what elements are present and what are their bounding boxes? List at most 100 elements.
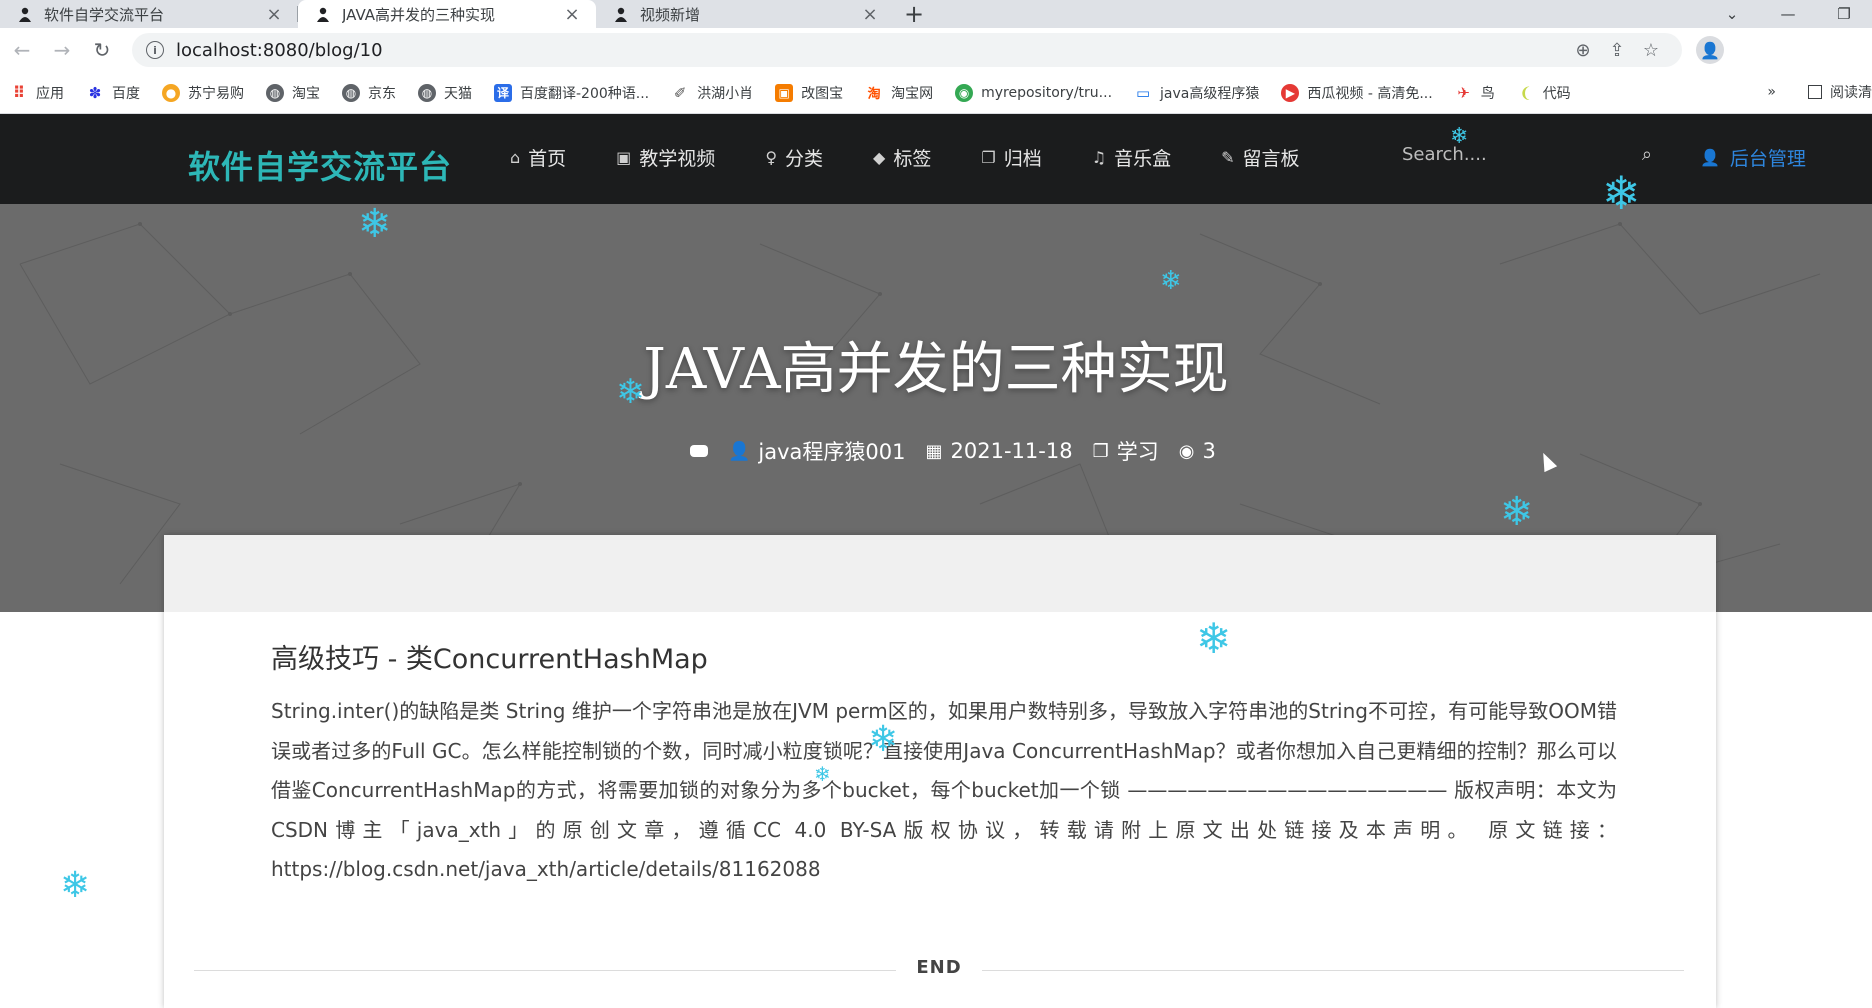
bookmark-label: myrepository/tru... (981, 84, 1113, 101)
bookmark-label: 改图宝 (801, 85, 844, 102)
card-header-strip (164, 535, 1716, 612)
snowflake-icon: ❄ (358, 201, 392, 247)
bookmark-bird[interactable]: ✈ 鸟 (1455, 83, 1495, 103)
bookmark-label: 应用 (36, 85, 64, 102)
new-tab-button[interactable]: + (894, 0, 934, 28)
profile-avatar-icon[interactable]: 👤 (1696, 36, 1724, 64)
close-icon[interactable]: × (562, 4, 582, 25)
nav-item-guestbook[interactable]: ✎ 留言板 (1221, 144, 1299, 171)
calendar-icon: ▦ (925, 440, 943, 462)
suning-icon: ● (162, 83, 180, 102)
bookmark-jd[interactable]: ◍ 京东 (342, 83, 396, 103)
nav-item-categories[interactable]: ♀ 分类 (765, 144, 823, 171)
search-input[interactable]: Search.... ⌕ (1402, 144, 1652, 165)
url-input[interactable]: i localhost:8080/blog/10 ⊕ ⇪ ☆ (132, 33, 1682, 67)
maximize-icon[interactable]: ❐ (1816, 0, 1872, 28)
bookmark-label: 百度 (112, 85, 140, 102)
search-placeholder: Search.... (1402, 144, 1487, 165)
bookmark-java-senior[interactable]: ▭ java高级程序猿 (1134, 83, 1259, 103)
site-brand[interactable]: 软件自学交流平台 (188, 142, 452, 188)
back-button[interactable]: ← (4, 32, 40, 68)
tags-icon: ◆ (873, 148, 886, 167)
url-text: localhost:8080/blog/10 (176, 39, 383, 61)
author-name: java程序猿001 (758, 440, 906, 464)
bookmark-honghu[interactable]: ✐ 洪湖小肖 (671, 83, 753, 103)
reload-button[interactable]: ↻ (84, 32, 120, 68)
bookmark-label: 代码 (1542, 85, 1571, 102)
bookmark-tmall[interactable]: ◍ 天猫 (418, 83, 472, 103)
bookmark-apps[interactable]: ⠿ 应用 (10, 83, 64, 103)
bookmark-taobaowang[interactable]: 淘 淘宝网 (865, 83, 934, 103)
article-title: JAVA高并发的三种实现 (643, 337, 1229, 402)
gaitubao-icon: ▣ (775, 83, 794, 102)
publish-date: 2021-11-18 (950, 439, 1073, 463)
close-icon[interactable]: × (860, 4, 880, 25)
nav-item-archive[interactable]: ❐ 归档 (981, 144, 1041, 171)
nav-item-label: 留言板 (1242, 148, 1300, 170)
bookmark-label: 西瓜视频 - 高清免... (1307, 85, 1433, 102)
nav-item-label: 首页 (528, 148, 567, 170)
bookmark-xigua[interactable]: ▶ 西瓜视频 - 高清免... (1281, 83, 1433, 103)
share-icon[interactable]: ⇪ (1600, 40, 1634, 61)
nav-item-music[interactable]: ♫ 音乐盒 (1092, 144, 1171, 171)
search-icon[interactable]: ⌕ (1642, 144, 1652, 165)
snowflake-icon: ❄ (1160, 266, 1182, 296)
close-icon[interactable]: × (264, 4, 284, 25)
author-avatar (690, 445, 708, 457)
bookmark-label: 鸟 (1480, 85, 1495, 102)
chrome-icon: ◉ (955, 83, 974, 102)
bookmarks-bar: ⠿ 应用 ✽ 百度 ● 苏宁易购 ◍ 淘宝 ◍ 京东 ◍ 天猫 译 百度翻译-2… (0, 72, 1872, 114)
bookmark-label: 洪湖小肖 (697, 85, 754, 102)
zoom-icon[interactable]: ⊕ (1566, 40, 1600, 61)
bookmark-baidu-translate[interactable]: 译 百度翻译-200种语... (494, 83, 649, 103)
bookmark-myrepository[interactable]: ◉ myrepository/tru... (955, 83, 1113, 102)
author-meta: 👤 java程序猿001 (728, 436, 906, 466)
browser-tab-bar: 软件自学交流平台 × JAVA高并发的三种实现 × 视频新增 × + ⌄ — ❐ (0, 0, 1872, 28)
site-favicon-icon (16, 5, 34, 23)
snowflake-icon: ❄ (1196, 614, 1232, 663)
bookmark-gaitubao[interactable]: ▣ 改图宝 (775, 83, 843, 103)
music-icon: ♫ (1091, 148, 1107, 167)
clone-icon: ❐ (981, 148, 996, 167)
view-count: 3 (1202, 439, 1216, 463)
nav-item-label: 归档 (1003, 148, 1042, 170)
nav-item-home[interactable]: ⌂ 首页 (510, 144, 566, 171)
nav-item-tags[interactable]: ◆ 标签 (873, 144, 931, 171)
tab-search-icon[interactable]: ⌄ (1704, 0, 1760, 28)
site-navbar: 软件自学交流平台 ⌂ 首页 ▣ 教学视频 ♀ 分类 ◆ 标签 ❐ 归档 ♫ 音乐… (0, 114, 1872, 204)
site-info-icon[interactable]: i (146, 41, 164, 59)
bookmark-label: 苏宁易购 (188, 85, 244, 102)
browser-tab-3[interactable]: 视频新增 × (596, 0, 894, 28)
user-icon: 👤 (728, 440, 751, 462)
nav-item-label: 音乐盒 (1114, 148, 1172, 170)
bookmark-suning[interactable]: ● 苏宁易购 (162, 83, 244, 103)
nav-item-label: 标签 (893, 148, 932, 170)
admin-link[interactable]: 👤 后台管理 (1700, 144, 1806, 171)
snowflake-icon: ❄ (814, 762, 831, 786)
article-body: String.inter()的缺陷是类 String 维护一个字符串池是放在JV… (271, 699, 1617, 881)
clone-icon: ❐ (1092, 440, 1109, 462)
bookmark-taobao[interactable]: ◍ 淘宝 (266, 83, 320, 103)
browser-tab-1[interactable]: 软件自学交流平台 × (0, 0, 298, 28)
admin-label: 后台管理 (1729, 148, 1806, 170)
tab-title: 视频新增 (640, 5, 701, 24)
snowflake-icon: ❄ (616, 372, 645, 412)
reading-list-icon (1808, 85, 1822, 99)
tv-icon: ▭ (1135, 83, 1151, 102)
lightbulb-icon: ♀ (765, 148, 778, 167)
reading-list-button[interactable]: 阅读清 (1794, 82, 1872, 102)
tab-title: JAVA高并发的三种实现 (342, 5, 496, 24)
snowflake-icon: ❄ (868, 719, 899, 760)
snowflake-icon: ❄ (60, 865, 91, 906)
nav-item-videos[interactable]: ▣ 教学视频 (616, 144, 715, 171)
bookmarks-more-button[interactable]: » (1767, 84, 1776, 100)
forward-button[interactable]: → (44, 32, 80, 68)
bookmark-code[interactable]: ❨ 代码 (1517, 83, 1571, 103)
bookmark-baidu[interactable]: ✽ 百度 (86, 83, 140, 103)
xigua-video-icon: ▶ (1281, 83, 1300, 102)
code-icon: ❨ (1519, 83, 1532, 102)
browser-tab-2[interactable]: JAVA高并发的三种实现 × (298, 0, 596, 28)
minimize-icon[interactable]: — (1760, 0, 1816, 28)
bookmark-star-icon[interactable]: ☆ (1634, 40, 1668, 61)
bookmark-label: 淘宝网 (891, 85, 934, 102)
